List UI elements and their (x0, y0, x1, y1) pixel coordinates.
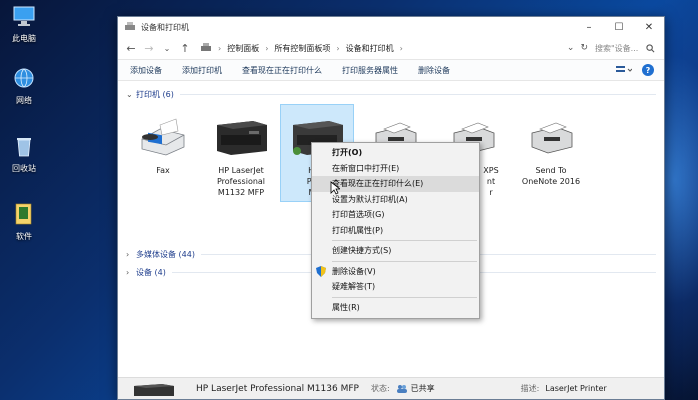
printer-icon (531, 122, 573, 154)
desktop-icon-label: 此电脑 (12, 34, 36, 43)
close-icon[interactable]: ✕ (634, 17, 664, 37)
chevron-right-icon: › (126, 267, 130, 277)
group-title: 多媒体设备 (44) (136, 249, 195, 259)
printer-name: Send To (535, 166, 567, 175)
add-printer-button[interactable]: 添加打印机 (182, 65, 222, 76)
command-toolbar: 添加设备 添加打印机 查看现在正在打印什么 打印服务器属性 删除设备 ? (118, 59, 664, 81)
menu-item-open-new-window[interactable]: 在新窗口中打开(E) (312, 161, 479, 177)
title-bar: 设备和打印机 – ☐ ✕ (118, 17, 664, 37)
printer-name: Fax (156, 166, 170, 175)
printer-item-hp-m1132[interactable]: HP LaserJet Professional M1132 MFP (204, 105, 278, 198)
printer-item-onenote[interactable]: Send To OneNote 2016 (514, 105, 588, 187)
print-server-properties-button[interactable]: 打印服务器属性 (342, 65, 398, 76)
back-arrow-icon[interactable]: ← (124, 42, 138, 55)
search-input[interactable]: 搜索"设备... (592, 40, 658, 56)
menu-separator (332, 240, 477, 241)
recent-dropdown-icon[interactable]: ⌄ (160, 44, 174, 53)
chevron-right-icon: › (126, 249, 130, 259)
forward-arrow-icon[interactable]: → (142, 42, 156, 55)
menu-item-troubleshoot[interactable]: 疑难解答(T) (312, 279, 479, 295)
menu-item-remove-device[interactable]: 删除设备(V) (312, 264, 479, 280)
address-tail: ⌄ ↻ (567, 43, 588, 53)
printer-thumbnail-icon (134, 383, 174, 396)
breadcrumb-separator-icon: › (218, 43, 222, 53)
desktop-icon-label: 网络 (16, 96, 32, 105)
breadcrumb-separator-icon: › (336, 43, 340, 53)
desktop-icon-label: 软件 (16, 232, 32, 241)
window-title: 设备和打印机 (141, 22, 189, 32)
menu-item-printing-preferences[interactable]: 打印首选项(G) (312, 207, 479, 223)
menu-item-properties[interactable]: 属性(R) (312, 300, 479, 316)
remove-device-button[interactable]: 删除设备 (418, 65, 450, 76)
group-title: 设备 (4) (136, 267, 166, 277)
help-icon[interactable]: ? (642, 64, 654, 76)
maximize-icon[interactable]: ☐ (604, 17, 634, 37)
network-icon (14, 68, 34, 88)
context-menu: 打开(O) 在新窗口中打开(E) 查看现在正在打印什么(E) 设置为默认打印机(… (311, 142, 480, 319)
view-options-icon[interactable] (616, 65, 632, 75)
desktop-icon-software[interactable]: 软件 (4, 202, 44, 242)
breadcrumb-item[interactable]: 设备和打印机 (346, 43, 394, 54)
group-header-printers[interactable]: ⌄ 打印机 (6) (118, 87, 664, 101)
printer-item-fax[interactable]: Fax (126, 105, 200, 176)
menu-item-create-shortcut[interactable]: 创建快捷方式(S) (312, 243, 479, 259)
group-divider (179, 93, 656, 95)
printer-icon (217, 121, 267, 155)
folder-icon (15, 203, 32, 225)
breadcrumb-separator-icon: › (399, 43, 403, 53)
recycle-bin-icon (17, 138, 31, 157)
menu-separator (332, 296, 477, 298)
state-label: 状态: (370, 384, 390, 393)
menu-item-label: 删除设备(V) (332, 266, 376, 276)
menu-item-open[interactable]: 打开(O) (312, 145, 479, 161)
menu-separator (332, 260, 477, 262)
minimize-icon[interactable]: – (574, 17, 604, 37)
printer-small-icon (125, 22, 135, 30)
search-placeholder: 搜索"设备... (595, 43, 639, 53)
desktop-icon-recycle-bin[interactable]: 回收站 (4, 134, 44, 174)
description-value: LaserJet Printer (545, 384, 607, 393)
menu-item-printer-properties[interactable]: 打印机属性(P) (312, 223, 479, 239)
state-value: 已共享 (410, 384, 435, 393)
breadcrumb-item[interactable]: 所有控制面板项 (274, 43, 330, 54)
group-title: 打印机 (6) (136, 89, 174, 99)
selected-device-name: HP LaserJet Professional M1136 MFP (196, 383, 359, 394)
chevron-down-icon: ⌄ (126, 89, 133, 99)
up-arrow-icon[interactable]: ↑ (178, 42, 192, 55)
desktop-icon-this-pc[interactable]: 此电脑 (4, 4, 44, 44)
computer-icon (13, 6, 35, 26)
add-device-button[interactable]: 添加设备 (130, 65, 162, 76)
breadcrumb-item[interactable]: 控制面板 (227, 43, 259, 54)
shared-users-icon (396, 385, 407, 393)
mouse-cursor-icon (330, 181, 340, 195)
printer-name: OneNote 2016 (521, 177, 581, 186)
control-panel-icon (201, 43, 211, 51)
see-whats-printing-button[interactable]: 查看现在正在打印什么 (242, 65, 322, 76)
fax-icon (141, 118, 185, 156)
breadcrumb-separator-icon: › (265, 43, 269, 53)
address-dropdown-icon[interactable]: ⌄ (567, 43, 575, 53)
description-label: 描述: (520, 384, 540, 393)
printer-name: Professional (216, 177, 266, 186)
address-bar[interactable]: › 控制面板 › 所有控制面板项 › 设备和打印机 › (196, 39, 563, 57)
desktop-icon-network[interactable]: 网络 (4, 66, 44, 106)
printer-name: HP LaserJet (218, 166, 264, 175)
details-pane: HP LaserJet Professional M1136 MFP 状态: 已… (118, 377, 664, 399)
search-icon (646, 43, 655, 52)
desktop-icon-label: 回收站 (12, 164, 36, 173)
refresh-icon[interactable]: ↻ (580, 43, 588, 53)
printer-name: M1132 MFP (217, 188, 265, 197)
address-row: ← → ⌄ ↑ › 控制面板 › 所有控制面板项 › 设备和打印机 › ⌄ ↻ … (118, 37, 664, 59)
uac-shield-icon (316, 265, 326, 277)
